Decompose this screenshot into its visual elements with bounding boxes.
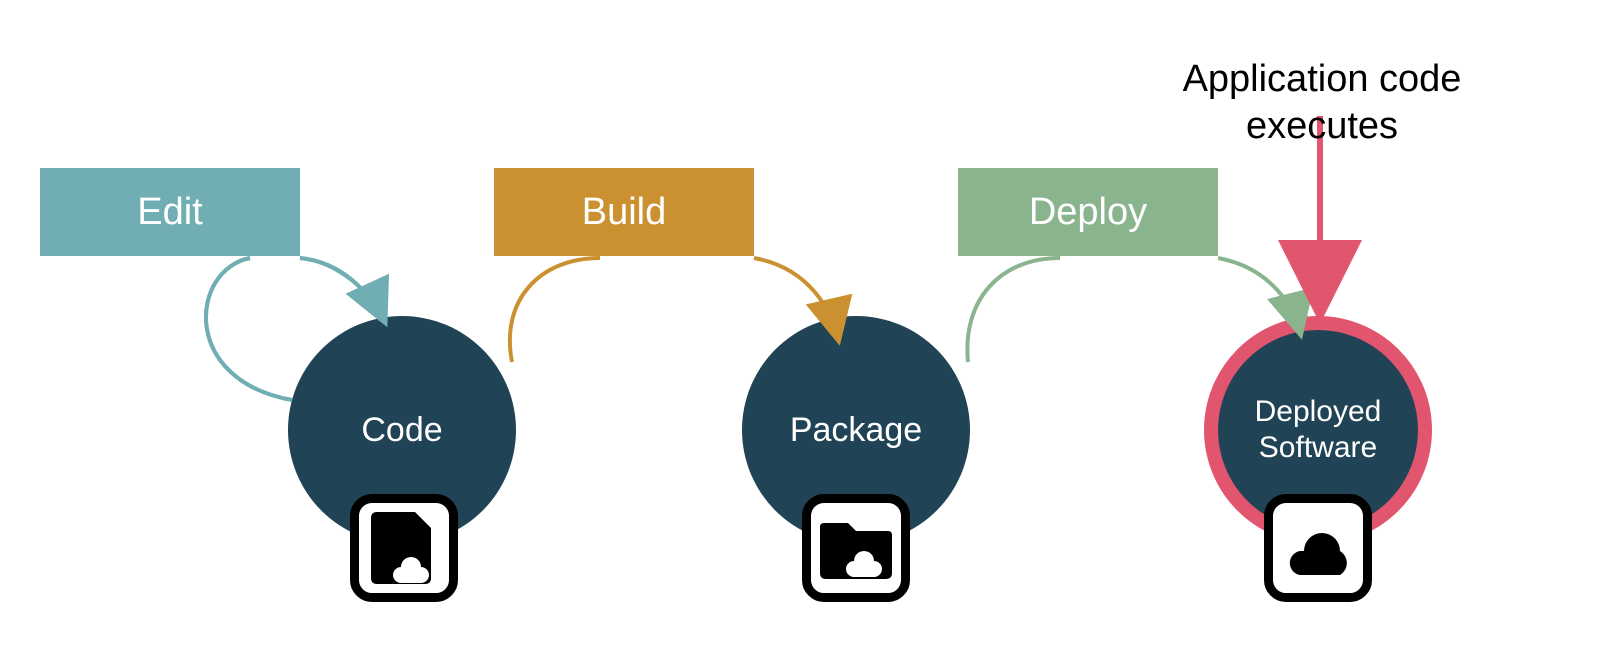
pipeline-diagram: Edit Build Deploy Code Package Deployed … — [0, 0, 1604, 652]
annotation-executes: Application code executes — [1152, 8, 1492, 151]
annotation-executes-text: Application code executes — [1183, 58, 1462, 148]
